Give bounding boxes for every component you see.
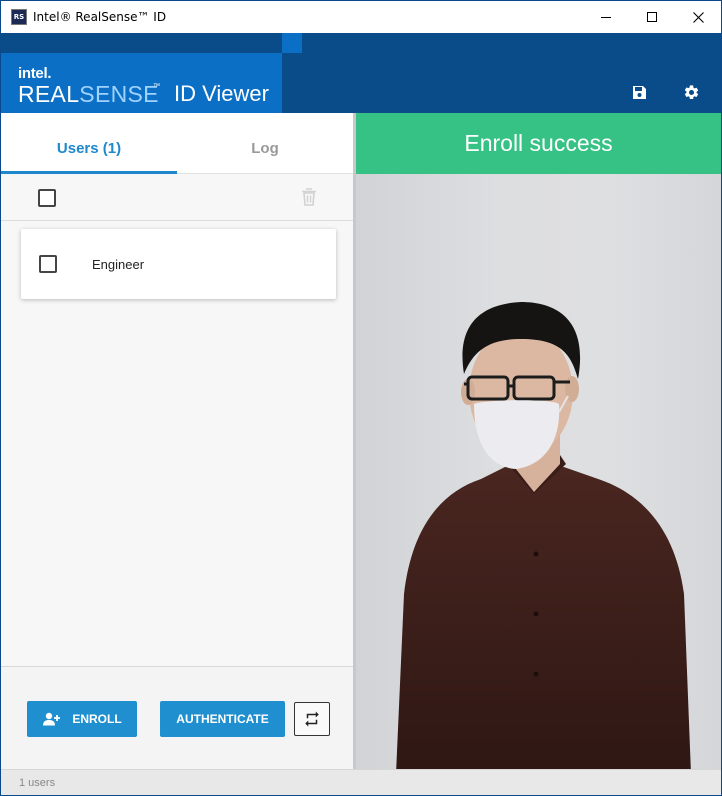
realsense-logo-text: REALSENSE bbox=[18, 81, 159, 108]
authenticate-button[interactable]: AUTHENTICATE bbox=[160, 701, 285, 737]
maximize-button[interactable] bbox=[629, 1, 675, 33]
status-banner: Enroll success bbox=[356, 113, 721, 174]
person-image bbox=[396, 302, 691, 769]
add-user-icon bbox=[43, 712, 61, 726]
close-icon bbox=[692, 11, 704, 23]
user-list-item[interactable]: Engineer bbox=[21, 229, 336, 299]
user-count: 1 users bbox=[19, 777, 56, 789]
trash-icon bbox=[302, 188, 316, 206]
camera-panel: Enroll success bbox=[356, 113, 721, 769]
window-title: Intel® RealSense™ ID bbox=[33, 10, 167, 24]
intel-logo-text: intel. bbox=[18, 65, 52, 82]
authenticate-label: AUTHENTICATE bbox=[176, 712, 269, 726]
tab-log[interactable]: Log bbox=[177, 113, 353, 174]
maximize-icon bbox=[647, 12, 657, 22]
trademark-mark: ™ bbox=[153, 83, 160, 90]
settings-button[interactable] bbox=[680, 81, 702, 103]
minimize-button[interactable] bbox=[583, 1, 629, 33]
active-tab-indicator bbox=[1, 171, 177, 174]
app-icon: RS bbox=[11, 9, 27, 25]
enroll-button[interactable]: ENROLL bbox=[27, 701, 137, 737]
minimize-icon bbox=[601, 16, 611, 18]
action-bar: ENROLL AUTHENTICATE bbox=[1, 666, 353, 769]
save-icon bbox=[632, 85, 646, 99]
enroll-label: ENROLL bbox=[72, 712, 122, 726]
tab-users[interactable]: Users (1) bbox=[1, 113, 177, 174]
select-all-checkbox[interactable] bbox=[38, 189, 56, 207]
save-button[interactable] bbox=[628, 81, 650, 103]
status-bar: 1 users bbox=[1, 769, 721, 795]
app-name: ID Viewer bbox=[174, 81, 269, 106]
repeat-icon bbox=[305, 711, 319, 727]
close-button[interactable] bbox=[675, 1, 721, 33]
tab-bar: Users (1) Log bbox=[1, 113, 353, 174]
user-checkbox[interactable] bbox=[39, 255, 57, 273]
gear-icon bbox=[684, 84, 698, 99]
app-header: intel. REALSENSE ™ ID Viewer bbox=[1, 33, 721, 113]
brand-real: REAL bbox=[18, 81, 80, 107]
brand-sense: SENSE bbox=[79, 81, 159, 107]
delete-button[interactable] bbox=[301, 188, 317, 211]
logo-accent bbox=[282, 33, 302, 53]
app-window: RS Intel® RealSense™ ID intel. REALSENSE… bbox=[0, 0, 722, 796]
users-panel: Users (1) Log Engineer ENROLL AUTHENTICA… bbox=[1, 113, 353, 769]
list-toolbar bbox=[1, 175, 353, 221]
title-bar[interactable]: RS Intel® RealSense™ ID bbox=[1, 1, 721, 33]
continuous-mode-toggle[interactable] bbox=[294, 702, 330, 736]
user-name: Engineer bbox=[92, 257, 145, 272]
camera-preview bbox=[356, 174, 721, 769]
